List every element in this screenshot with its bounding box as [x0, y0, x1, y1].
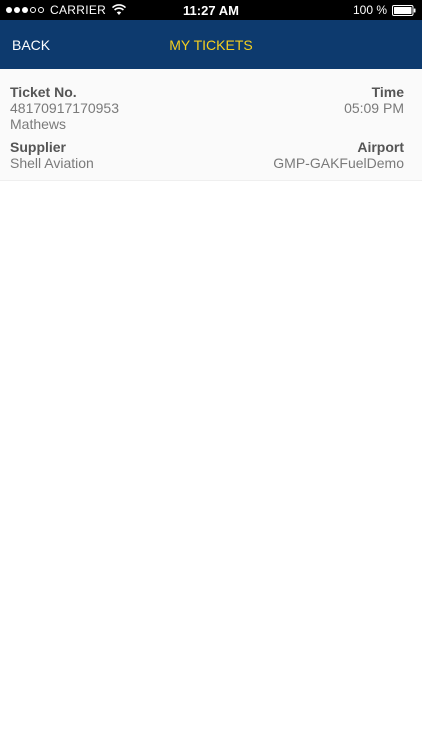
ticket-supplier: Shell Aviation [10, 155, 94, 171]
battery-percent: 100 % [352, 3, 387, 17]
status-left: CARRIER [6, 3, 353, 17]
ticket-customer: Mathews [10, 116, 67, 132]
ticket-time-group: Time 05:09 PM [344, 84, 404, 132]
signal-dot [38, 7, 44, 13]
status-right: 100 % [353, 3, 416, 17]
ticket-airport-group: Airport GMP-GAKFuelDemo [273, 139, 404, 171]
battery-icon [392, 4, 416, 16]
ticket-number: 48170917170953 [10, 100, 120, 116]
ticket-number-group: Ticket No. 48170917170953 Mathews [10, 84, 119, 132]
ticket-row-top: Ticket No. 48170917170953 Mathews Time 0… [10, 84, 404, 132]
signal-strength-icon [6, 7, 44, 13]
ticket-row-bottom: Supplier Shell Aviation Airport GMP-GAKF… [10, 139, 404, 171]
status-bar: CARRIER 11:27 AM 100 % [0, 0, 422, 20]
wifi-icon [112, 4, 127, 15]
back-button[interactable]: BACK [12, 20, 50, 69]
signal-dot [30, 7, 36, 13]
ticket-airport-label: Airport [357, 139, 404, 155]
signal-dot [6, 7, 12, 13]
ticket-supplier-label: Supplier [10, 139, 67, 155]
navigation-bar: BACK MY TICKETS [0, 20, 422, 69]
ticket-supplier-group: Supplier Shell Aviation [10, 139, 94, 171]
ticket-time: 05:09 PM [344, 100, 404, 116]
ticket-list-item[interactable]: Ticket No. 48170917170953 Mathews Time 0… [0, 69, 422, 181]
ticket-time-label: Time [371, 84, 404, 100]
ticket-airport: GMP-GAKFuelDemo [273, 155, 404, 171]
page-title: MY TICKETS [169, 36, 253, 53]
signal-dot [14, 7, 20, 13]
signal-dot [22, 7, 28, 13]
carrier-name: CARRIER [50, 3, 107, 17]
ticket-number-label: Ticket No. [10, 84, 77, 100]
